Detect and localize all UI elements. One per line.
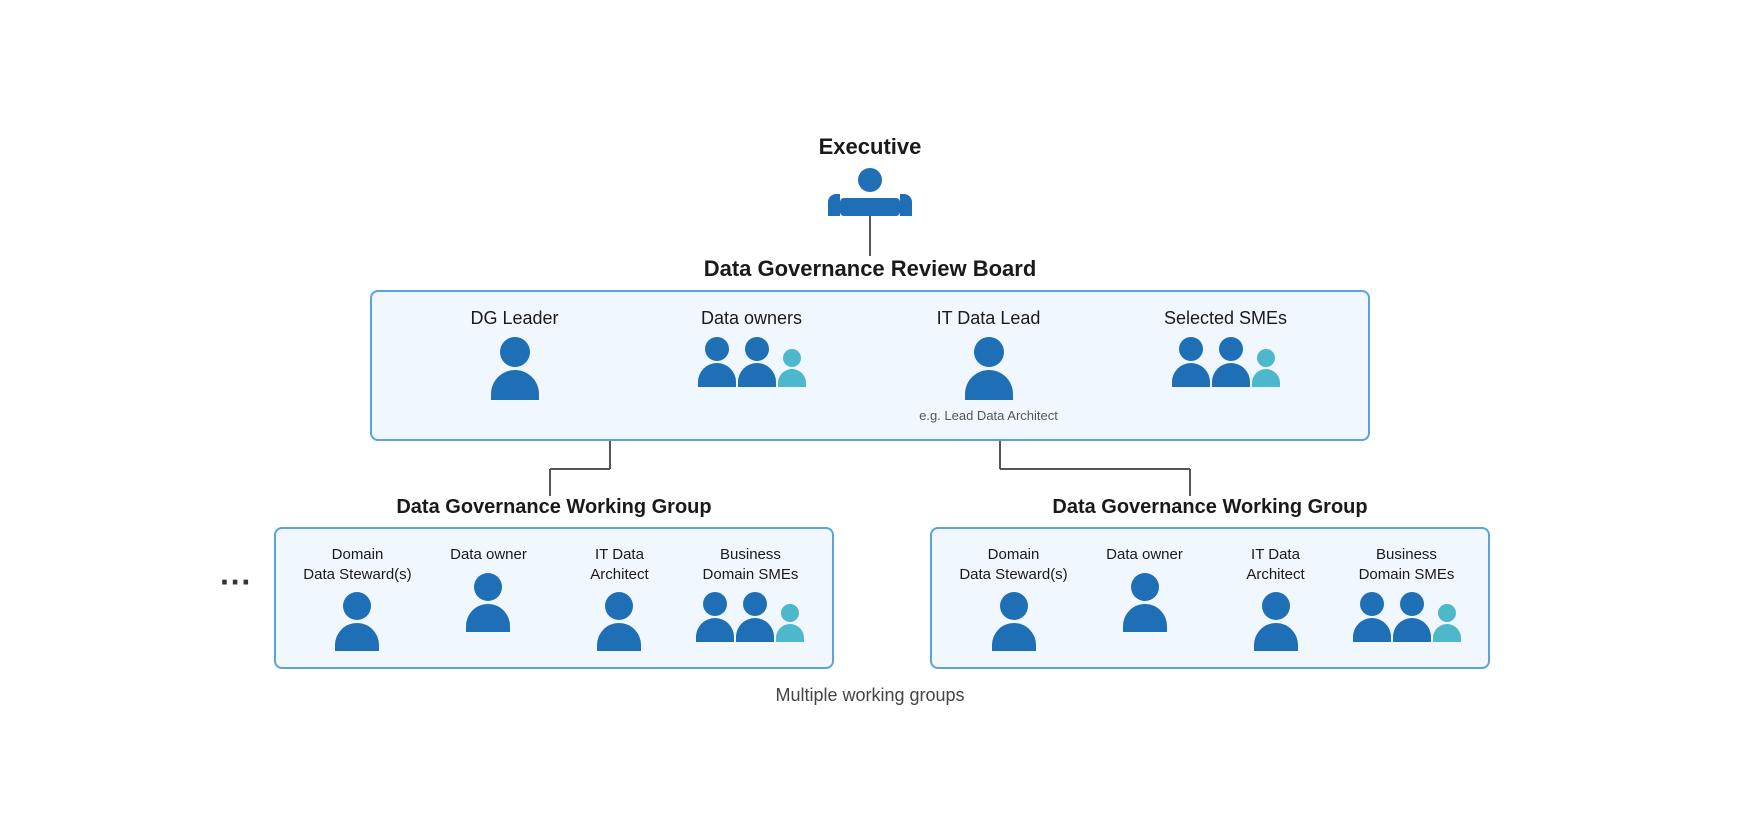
wg-left: Data Governance Working Group DomainData… — [268, 496, 840, 669]
branch-connectors — [220, 441, 1520, 496]
wg-right-data-owner-label: Data owner — [1106, 545, 1183, 565]
data-owners-icon — [698, 337, 806, 387]
wg-right-it-data-architect-label: IT DataArchitect — [1246, 545, 1304, 584]
wg-right-data-owner: Data owner — [1079, 545, 1210, 651]
wg-left-container: ··· Data Governance Working Group Domain… — [220, 496, 840, 669]
wg-right-domain-steward: DomainData Steward(s) — [948, 545, 1079, 651]
exec-desk — [840, 198, 900, 216]
wg-right: Data Governance Working Group DomainData… — [900, 496, 1520, 669]
it-data-lead-label: IT Data Lead — [937, 308, 1041, 329]
it-data-lead-sublabel: e.g. Lead Data Architect — [919, 408, 1058, 423]
executive-icon — [828, 168, 912, 216]
board-member-it-data-lead: IT Data Lead e.g. Lead Data Architect — [870, 308, 1107, 423]
board-member-selected-smes: Selected SMEs — [1107, 308, 1344, 423]
connector-exec-board — [869, 216, 871, 256]
working-groups-row: ··· Data Governance Working Group Domain… — [220, 496, 1520, 669]
wg-right-business-smes-label: BusinessDomain SMEs — [1359, 545, 1455, 584]
wg-right-box: DomainData Steward(s) Data owner — [930, 527, 1490, 669]
wg-left-it-data-architect: IT DataArchitect — [554, 545, 685, 651]
executive-block: Executive — [819, 134, 922, 216]
dg-leader-icon — [491, 337, 539, 400]
review-board-section: Data Governance Review Board DG Leader D… — [370, 256, 1370, 441]
wg-left-domain-steward: DomainData Steward(s) — [292, 545, 423, 651]
wg-right-business-smes: BusinessDomain SMEs — [1341, 545, 1472, 651]
exec-head — [858, 168, 882, 192]
board-box: DG Leader Data owners — [370, 290, 1370, 441]
selected-smes-label: Selected SMEs — [1164, 308, 1287, 329]
wg-right-it-data-architect: IT DataArchitect — [1210, 545, 1341, 651]
wg-left-business-smes-label: BusinessDomain SMEs — [703, 545, 799, 584]
wg-left-data-owner: Data owner — [423, 545, 554, 651]
bottom-note: Multiple working groups — [775, 685, 964, 706]
executive-label: Executive — [819, 134, 922, 160]
review-board-label: Data Governance Review Board — [704, 256, 1037, 282]
selected-smes-icon — [1172, 337, 1280, 387]
wg-left-business-smes: BusinessDomain SMEs — [685, 545, 816, 651]
wg-left-data-owner-label: Data owner — [450, 545, 527, 565]
org-chart: Executive Data Governance Review Board D… — [170, 134, 1570, 706]
wg-left-box: DomainData Steward(s) Data owner — [274, 527, 834, 669]
it-data-lead-icon — [965, 337, 1013, 400]
wg-right-label: Data Governance Working Group — [1052, 496, 1367, 519]
board-member-dg-leader: DG Leader — [396, 308, 633, 423]
wg-left-label: Data Governance Working Group — [396, 496, 711, 519]
wg-left-it-data-architect-label: IT DataArchitect — [590, 545, 648, 584]
board-member-data-owners: Data owners — [633, 308, 870, 423]
ellipsis-symbol: ··· — [220, 564, 252, 601]
wg-right-domain-steward-label: DomainData Steward(s) — [959, 545, 1067, 584]
dg-leader-label: DG Leader — [470, 308, 558, 329]
wg-left-domain-steward-label: DomainData Steward(s) — [303, 545, 411, 584]
data-owners-label: Data owners — [701, 308, 802, 329]
